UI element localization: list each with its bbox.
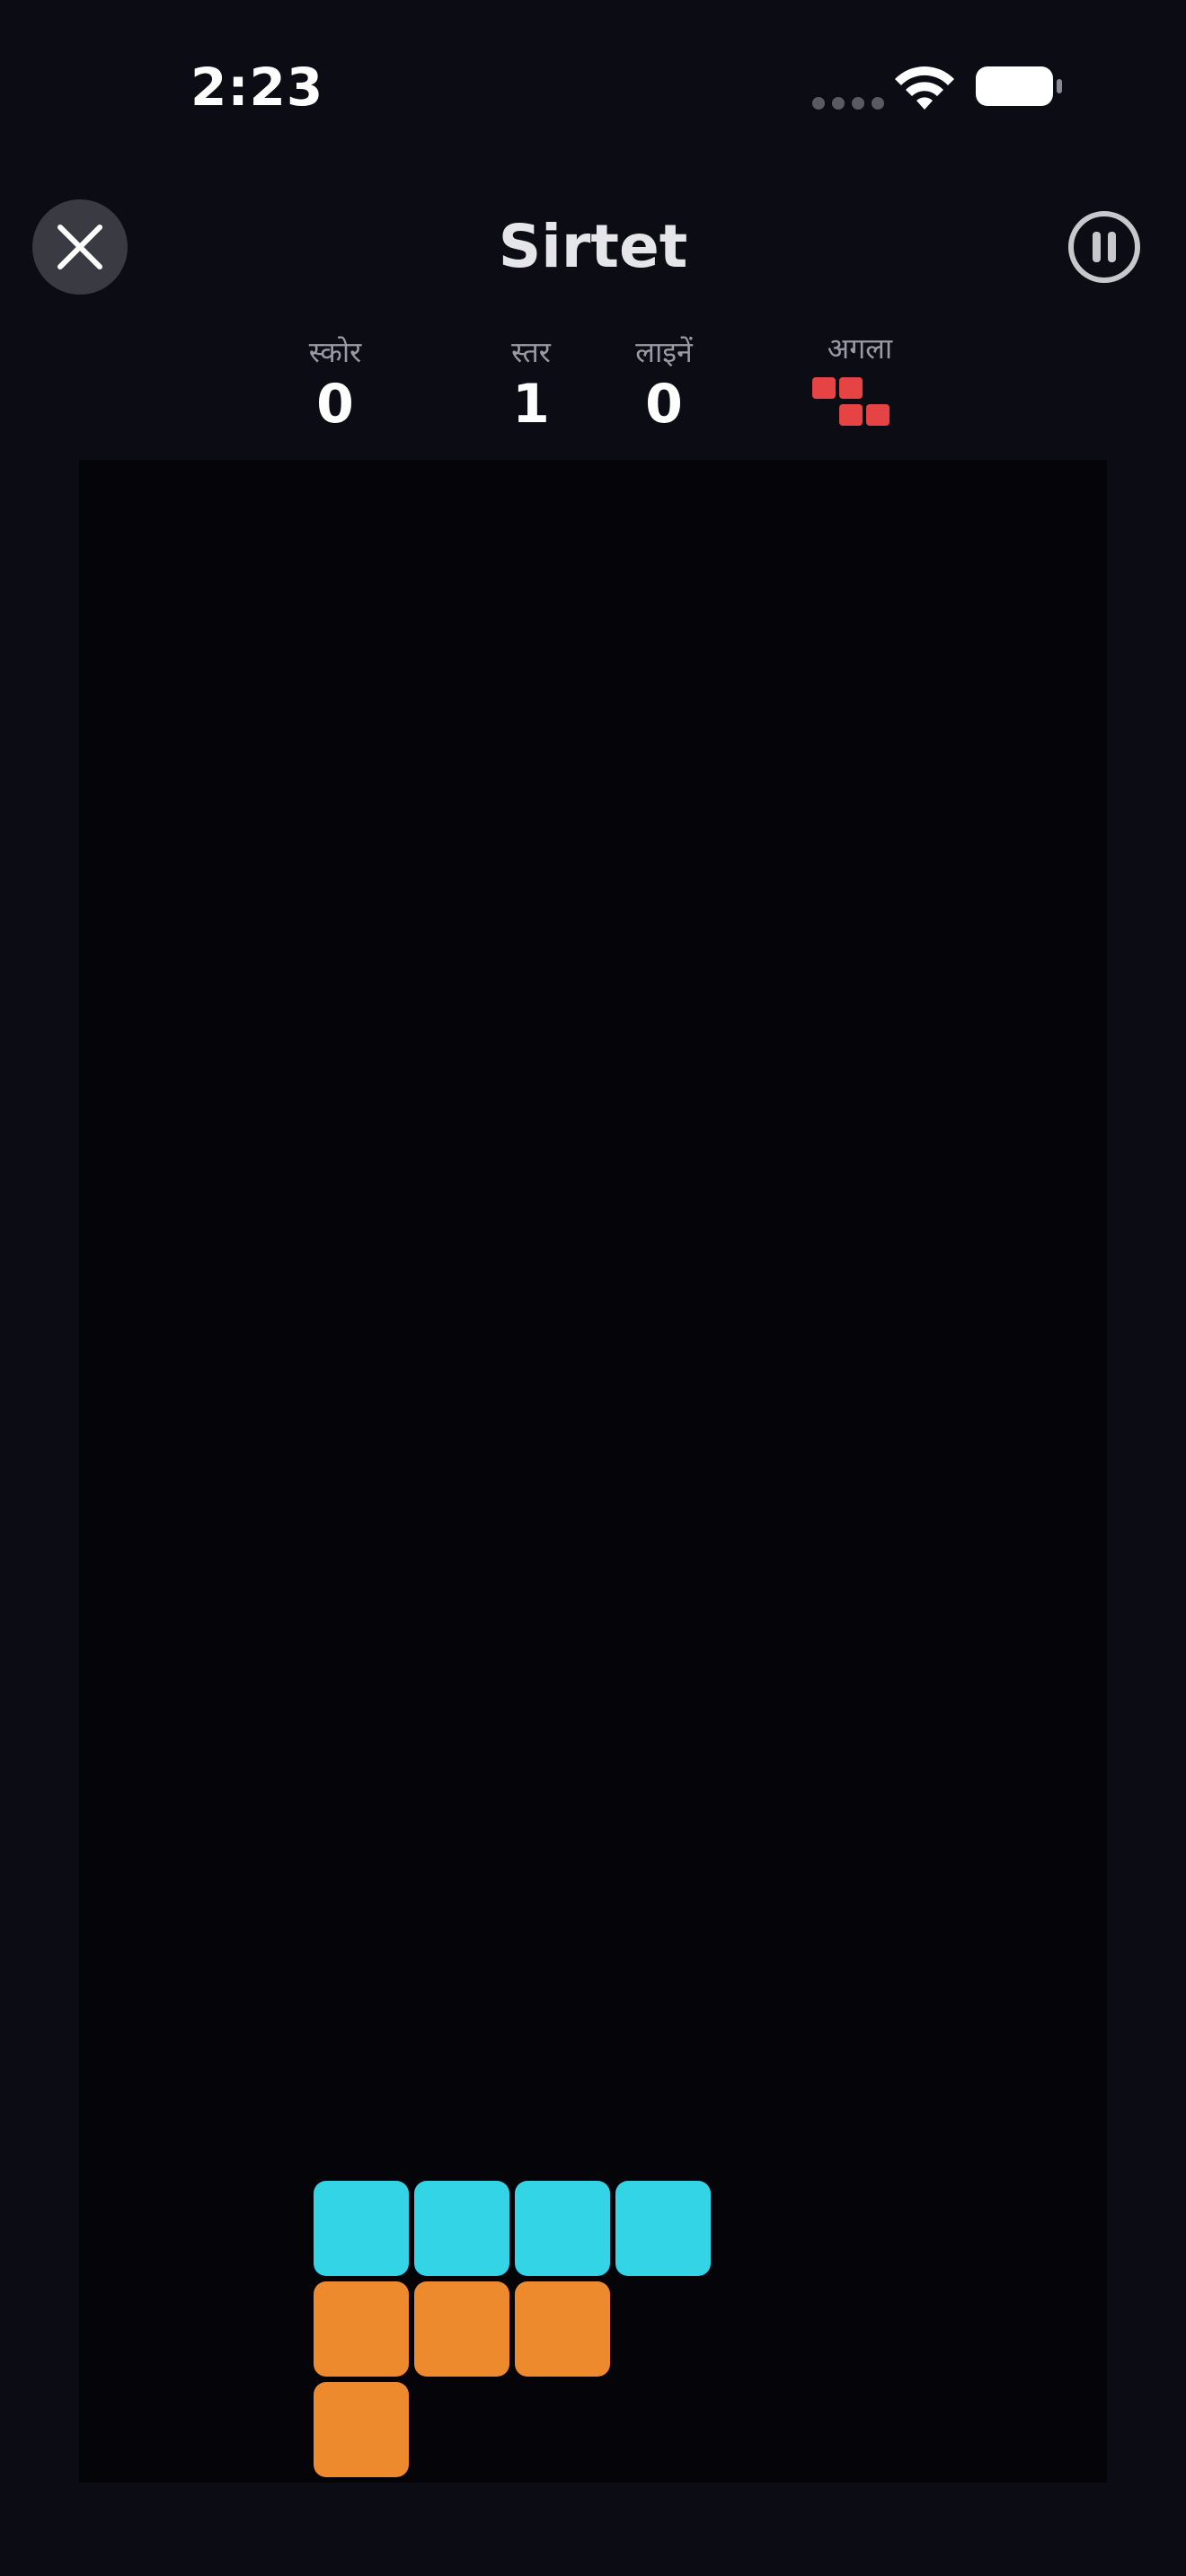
battery-icon [976,66,1062,106]
level-stat: स्तर 1 [476,332,586,437]
game-screen: 2:23 Sirtet स्कोर 0 स्तर 1 लाइनें 0 अगला [0,0,1186,2576]
wifi-icon [895,66,954,110]
board-block [314,2181,409,2276]
pause-button[interactable] [1067,210,1141,284]
board-block [314,2281,409,2377]
score-stat: स्कोर 0 [280,332,390,437]
game-board[interactable] [79,460,1107,2483]
status-time: 2:23 [190,57,324,118]
board-block [314,2382,409,2477]
board-block [414,2281,509,2377]
next-piece-cell [839,377,863,399]
lines-value: 0 [645,373,683,436]
next-piece-cell [812,377,836,399]
next-piece-preview [812,377,890,431]
lines-stat: लाइनें 0 [609,332,719,437]
cellular-signal-icon [812,97,884,110]
score-label: स्कोर [308,335,362,369]
close-button[interactable] [32,199,128,295]
game-title: Sirtet [498,212,688,281]
next-label: अगला [827,331,893,366]
next-piece-cell [839,404,863,426]
next-piece-stat: अगला [805,329,915,431]
close-icon [58,225,102,269]
board-block [515,2281,610,2377]
next-piece-cell [866,404,890,426]
level-label: स्तर [511,335,551,369]
pause-icon [1068,211,1140,283]
score-value: 0 [316,373,354,436]
board-block [615,2181,711,2276]
board-block [515,2181,610,2276]
lines-label: लाइनें [635,335,693,369]
level-value: 1 [512,373,550,436]
board-block [414,2181,509,2276]
